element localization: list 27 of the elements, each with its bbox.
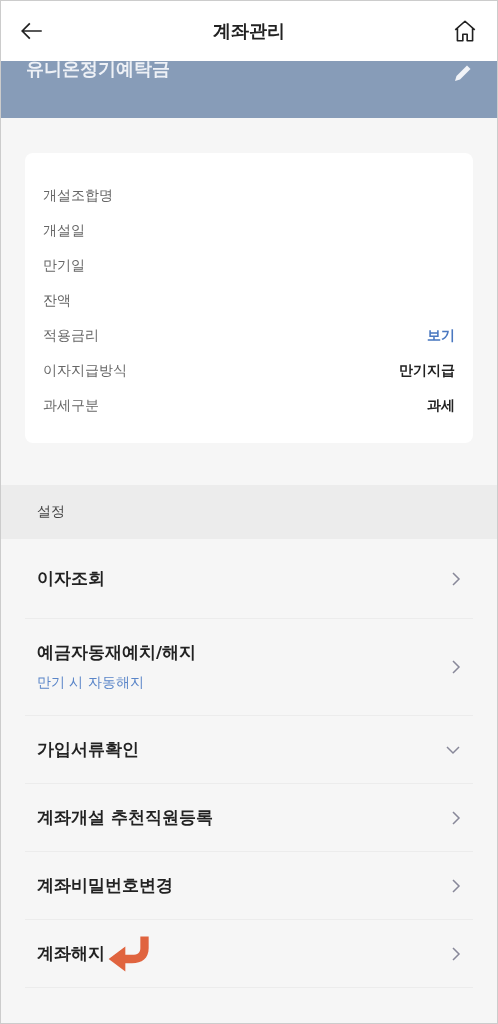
menu-item[interactable]: 가입서류확인: [37, 738, 139, 761]
detail-label: 개설조합명: [43, 186, 113, 205]
chevron-right-icon[interactable]: [451, 659, 461, 675]
menu-item[interactable]: 계좌해지: [37, 942, 105, 965]
account-name: 유니온정기예탁금: [26, 57, 170, 81]
menu-item[interactable]: 계좌개설 추천직원등록: [37, 806, 213, 829]
menu-item[interactable]: 이자조회: [37, 567, 105, 590]
detail-label: 만기일: [43, 256, 85, 275]
menu-item[interactable]: 계좌비밀번호변경: [37, 874, 173, 897]
page-title: 계좌관리: [212, 19, 285, 43]
chevron-right-icon[interactable]: [451, 570, 461, 587]
home-icon[interactable]: [452, 18, 478, 44]
detail-label: 적용금리: [43, 326, 99, 345]
menu-item[interactable]: 예금자동재예치/해지: [37, 642, 197, 664]
detail-label: 잔액: [43, 291, 71, 310]
chevron-right-icon[interactable]: [451, 945, 461, 962]
chevron-right-icon[interactable]: [451, 877, 461, 894]
chevron-down-icon[interactable]: [445, 744, 461, 755]
chevron-right-icon[interactable]: [451, 809, 461, 826]
detail-label: 개설일: [43, 221, 85, 240]
section-title: 설정: [37, 503, 65, 521]
detail-value: 만기지급: [399, 361, 455, 380]
detail-label: 과세구분: [43, 396, 99, 415]
menu-item-subtext: 만기 시 자동해지: [37, 674, 145, 692]
detail-value: 과세: [427, 396, 455, 415]
detail-label: 이자지급방식: [43, 361, 127, 380]
view-link[interactable]: 보기: [427, 326, 455, 345]
